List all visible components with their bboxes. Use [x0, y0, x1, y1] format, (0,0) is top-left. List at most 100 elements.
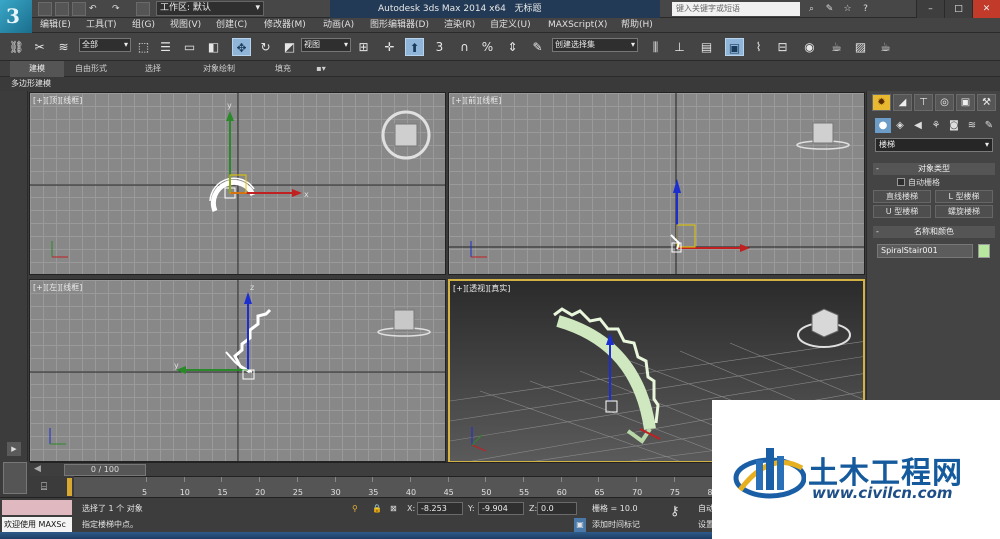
- lock-selection-icon[interactable]: 🔒: [372, 502, 382, 516]
- cameras-icon[interactable]: ⚘: [928, 118, 944, 133]
- viewcube[interactable]: [811, 308, 839, 338]
- tools-icon[interactable]: ✎: [822, 2, 837, 16]
- angle-snap-icon[interactable]: ∩: [455, 38, 474, 56]
- menu-views[interactable]: 视图(V): [170, 18, 201, 33]
- category-dropdown[interactable]: 楼梯 ▾: [875, 138, 993, 152]
- move-icon[interactable]: ✥: [232, 38, 251, 56]
- viewport-layout-button[interactable]: [3, 462, 27, 494]
- menu-tools[interactable]: 工具(T): [86, 18, 117, 33]
- display-tab-icon[interactable]: ▣: [956, 94, 975, 111]
- window-crossing-icon[interactable]: ◧: [204, 38, 223, 56]
- prev-frame-icon[interactable]: ◀: [34, 464, 41, 474]
- save-file-icon[interactable]: [72, 2, 86, 16]
- helpers-icon[interactable]: ◙: [946, 118, 962, 133]
- autogrid-checkbox[interactable]: 自动栅格: [897, 177, 940, 188]
- menu-rendering[interactable]: 渲染(R): [444, 18, 475, 33]
- rotate-icon[interactable]: ↻: [256, 38, 275, 56]
- menu-customize[interactable]: 自定义(U): [490, 18, 531, 33]
- spiral-stair-button[interactable]: 螺旋楼梯: [935, 205, 993, 218]
- abs-mode-icon[interactable]: ⊠: [390, 502, 397, 516]
- object-name-input[interactable]: SpiralStair001: [877, 244, 973, 258]
- workspace-dropdown[interactable]: 工作区: 默认 ▾: [156, 1, 264, 16]
- select-object-icon[interactable]: ⬚: [134, 38, 153, 56]
- create-tab-icon[interactable]: ✹: [872, 94, 891, 111]
- viewport-top[interactable]: [+][顶][线框] y x: [29, 92, 446, 275]
- undo-icon[interactable]: ↶: [89, 2, 103, 16]
- select-manipulate-icon[interactable]: ✛: [380, 38, 399, 56]
- material-editor-icon[interactable]: ◉: [800, 38, 819, 56]
- tab-freeform[interactable]: 自由形式: [64, 61, 118, 77]
- tab-object-paint[interactable]: 对象绘制: [186, 61, 252, 77]
- selection-filter-dropdown[interactable]: 全部 ▾: [79, 38, 131, 52]
- scale-icon[interactable]: ◩: [280, 38, 299, 56]
- viewport-left[interactable]: [+][左][线框] z y: [29, 279, 446, 462]
- redo-icon[interactable]: ↷: [112, 2, 126, 16]
- pivot-center-icon[interactable]: ⊞: [354, 38, 373, 56]
- straight-stair-button[interactable]: 直线楼梯: [873, 190, 931, 203]
- snaps-toggle-icon[interactable]: 3: [430, 38, 449, 56]
- viewcube[interactable]: [812, 122, 834, 144]
- isolate-icon[interactable]: ⚲: [352, 502, 358, 516]
- tab-populate[interactable]: 填充: [256, 61, 310, 77]
- maximize-button[interactable]: □: [944, 0, 972, 18]
- tab-selection[interactable]: 选择: [124, 61, 182, 77]
- render-frame-icon[interactable]: ▨: [851, 38, 870, 56]
- layer-manager-icon[interactable]: ▤: [697, 38, 716, 56]
- spiral-stair-3d[interactable]: [556, 315, 656, 430]
- maxscript-mini-listener[interactable]: 欢迎使用 MAXSc: [2, 517, 72, 532]
- viewcube[interactable]: [394, 123, 418, 147]
- l-type-stair-button[interactable]: L 型楼梯: [935, 190, 993, 203]
- ribbon-options-icon[interactable]: ▪▾: [312, 61, 330, 77]
- time-tag-icon[interactable]: ▣: [574, 518, 586, 532]
- edit-named-sets-icon[interactable]: ✎: [528, 38, 547, 56]
- spiral-stair-left-shape[interactable]: [233, 308, 272, 374]
- new-file-icon[interactable]: [38, 2, 52, 16]
- ribbon-panel-label[interactable]: 多边形建模: [11, 77, 51, 91]
- hierarchy-tab-icon[interactable]: ⊤: [914, 94, 933, 111]
- curve-editor-icon[interactable]: ⌇: [749, 38, 768, 56]
- project-folder-icon[interactable]: [136, 2, 150, 16]
- app-logo[interactable]: 3: [0, 0, 32, 33]
- lights-icon[interactable]: ◀: [910, 118, 926, 133]
- menu-create[interactable]: 创建(C): [216, 18, 247, 33]
- menu-edit[interactable]: 编辑(E): [40, 18, 71, 33]
- shapes-icon[interactable]: ◈: [892, 118, 908, 133]
- tab-modeling[interactable]: 建模: [10, 61, 64, 77]
- menu-maxscript[interactable]: MAXScript(X): [548, 18, 607, 33]
- align-icon[interactable]: ⊥: [670, 38, 689, 56]
- time-cursor[interactable]: [67, 478, 72, 496]
- key-icon[interactable]: ⚷: [670, 505, 680, 519]
- y-coord-input[interactable]: -9.904: [478, 502, 524, 515]
- graphite-toggle-icon[interactable]: ▣: [725, 38, 744, 56]
- menu-animation[interactable]: 动画(A): [323, 18, 354, 33]
- viewport-front[interactable]: [+][前][线框]: [448, 92, 865, 275]
- menu-modifiers[interactable]: 修改器(M): [264, 18, 306, 33]
- modify-tab-icon[interactable]: ◢: [893, 94, 912, 111]
- select-by-name-icon[interactable]: ☰: [156, 38, 175, 56]
- viewcube[interactable]: [393, 309, 415, 331]
- maxscript-listener-box[interactable]: [2, 500, 72, 515]
- render-teapot-icon[interactable]: ☕: [876, 38, 895, 56]
- bind-spacewarp-icon[interactable]: ≋: [54, 38, 73, 56]
- render-setup-icon[interactable]: ☕: [827, 38, 846, 56]
- spinner-snap-icon[interactable]: ⇕: [503, 38, 522, 56]
- menu-graph-editors[interactable]: 图形编辑器(D): [370, 18, 429, 33]
- keyboard-shortcut-icon[interactable]: ⬆: [405, 38, 424, 56]
- object-type-rollout[interactable]: - 对象类型: [873, 163, 995, 175]
- space-warps-icon[interactable]: ≋: [964, 118, 980, 133]
- search-input[interactable]: 键入关键字或短语: [672, 2, 800, 16]
- mirror-icon[interactable]: ⫼: [646, 38, 665, 56]
- star-icon[interactable]: ☆: [840, 2, 855, 16]
- open-file-icon[interactable]: [55, 2, 69, 16]
- motion-tab-icon[interactable]: ◎: [935, 94, 954, 111]
- add-time-tag-button[interactable]: 添加时间标记: [592, 518, 640, 532]
- schematic-view-icon[interactable]: ⊟: [773, 38, 792, 56]
- x-coord-input[interactable]: -8.253: [417, 502, 463, 515]
- time-slider-thumb[interactable]: 0 / 100: [64, 464, 146, 476]
- geometry-icon[interactable]: ●: [875, 118, 891, 133]
- search-icon[interactable]: ⌕: [804, 2, 819, 16]
- ref-coord-dropdown[interactable]: 视图 ▾: [301, 38, 351, 52]
- systems-icon[interactable]: ✎: [981, 118, 997, 133]
- name-color-rollout[interactable]: - 名称和颜色: [873, 226, 995, 238]
- percent-snap-icon[interactable]: %: [478, 38, 497, 56]
